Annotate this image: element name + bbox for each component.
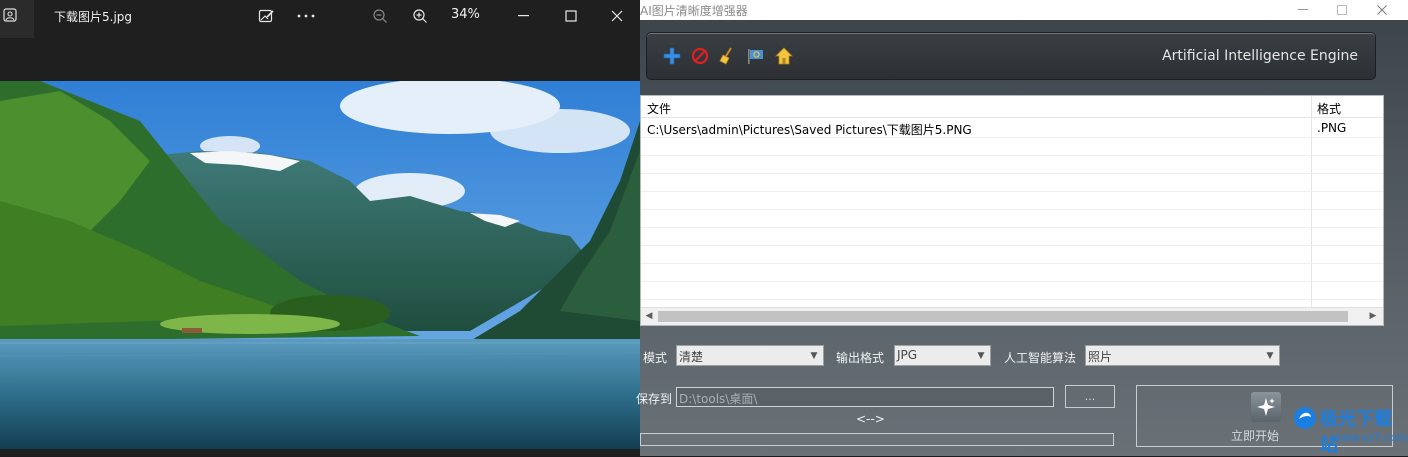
row-divider [641,137,1383,138]
column-header-file[interactable]: 文件 [647,100,671,117]
enhancer-titlebar: AI图片清晰度增强器 [640,0,1408,20]
watermark-url: www.xz7.com [1332,431,1408,444]
row-divider [641,155,1383,156]
scroll-right-icon[interactable]: ▶ [1368,311,1378,321]
row-divider [641,299,1383,300]
column-header-format[interactable]: 格式 [1317,100,1341,117]
algorithm-value: 照片 [1088,350,1113,364]
row-divider [641,227,1383,228]
output-format-value: JPG [897,348,918,362]
row-divider [641,263,1383,264]
mode-label: 模式 [643,351,668,365]
maximize-icon[interactable] [1327,0,1357,20]
maximize-icon[interactable] [557,4,585,28]
photo-app-icon[interactable] [0,0,34,38]
column-divider [1311,96,1312,308]
scrollbar-thumb[interactable] [658,311,1348,322]
flag-icon[interactable] [745,45,767,67]
ai-enhancer-window: AI图片清晰度增强器 Artificial Intelligence Engin… [636,0,1408,456]
minimize-icon[interactable] [510,4,538,28]
zoom-out-icon[interactable] [366,4,394,28]
browse-button[interactable]: ... [1065,385,1115,408]
zoom-level: 34% [451,7,480,22]
scroll-left-icon[interactable]: ◀ [644,311,654,321]
chevron-down-icon[interactable]: ▼ [806,347,822,364]
add-icon[interactable] [661,45,683,67]
arrows-indicator: <--> [856,412,885,426]
chevron-down-icon[interactable]: ▼ [1262,347,1278,364]
mode-select[interactable]: 清楚 ▼ [676,345,824,366]
clear-broom-icon[interactable] [717,45,739,67]
engine-label: Artificial Intelligence Engine [1162,48,1358,64]
row-divider [641,191,1383,192]
row-divider [641,173,1383,174]
window-title: AI图片清晰度增强器 [640,4,748,18]
home-icon[interactable] [773,45,795,67]
photo-viewer-window: 下载图片5.jpg 34% [0,0,640,456]
save-path-input[interactable]: D:\tools\桌面\ [676,387,1054,407]
watermark-logo: 极光下载站 www.xz7.com [1292,403,1408,456]
row-divider [641,281,1383,282]
sparkle-icon [1251,392,1281,422]
close-icon[interactable] [1367,0,1397,20]
file-table[interactable]: 文件 格式 C:\Users\admin\Pictures\Saved Pict… [640,95,1384,326]
row-divider [641,245,1383,246]
table-header: 文件 格式 [641,96,1383,118]
minimize-icon[interactable] [1288,0,1318,20]
toolbar: Artificial Intelligence Engine [646,32,1376,80]
progress-bar [640,433,1114,446]
file-name: 下载图片5.jpg [54,10,133,24]
horizontal-scrollbar[interactable]: ◀ ▶ [641,307,1383,325]
algorithm-select[interactable]: 照片 ▼ [1085,345,1280,366]
viewer-titlebar: 下载图片5.jpg 34% [0,0,640,38]
mode-value: 清楚 [679,350,704,364]
more-icon[interactable] [292,4,320,28]
save-to-label: 保存到 [636,392,673,406]
row-divider [641,209,1383,210]
zoom-in-icon[interactable] [406,4,434,28]
row-format: .PNG [1317,121,1347,135]
start-label: 立即开始 [1231,429,1280,443]
output-format-label: 输出格式 [836,351,885,365]
algorithm-label: 人工智能算法 [1004,351,1077,365]
chevron-down-icon[interactable]: ▼ [973,347,989,364]
row-file-path: C:\Users\admin\Pictures\Saved Pictures\下… [647,123,972,137]
delete-icon[interactable] [689,45,711,67]
close-icon[interactable] [603,4,631,28]
landscape-photo [0,81,640,449]
edit-image-icon[interactable] [252,4,280,28]
save-path-value: D:\tools\桌面\ [679,392,758,406]
output-format-select[interactable]: JPG ▼ [894,345,991,366]
